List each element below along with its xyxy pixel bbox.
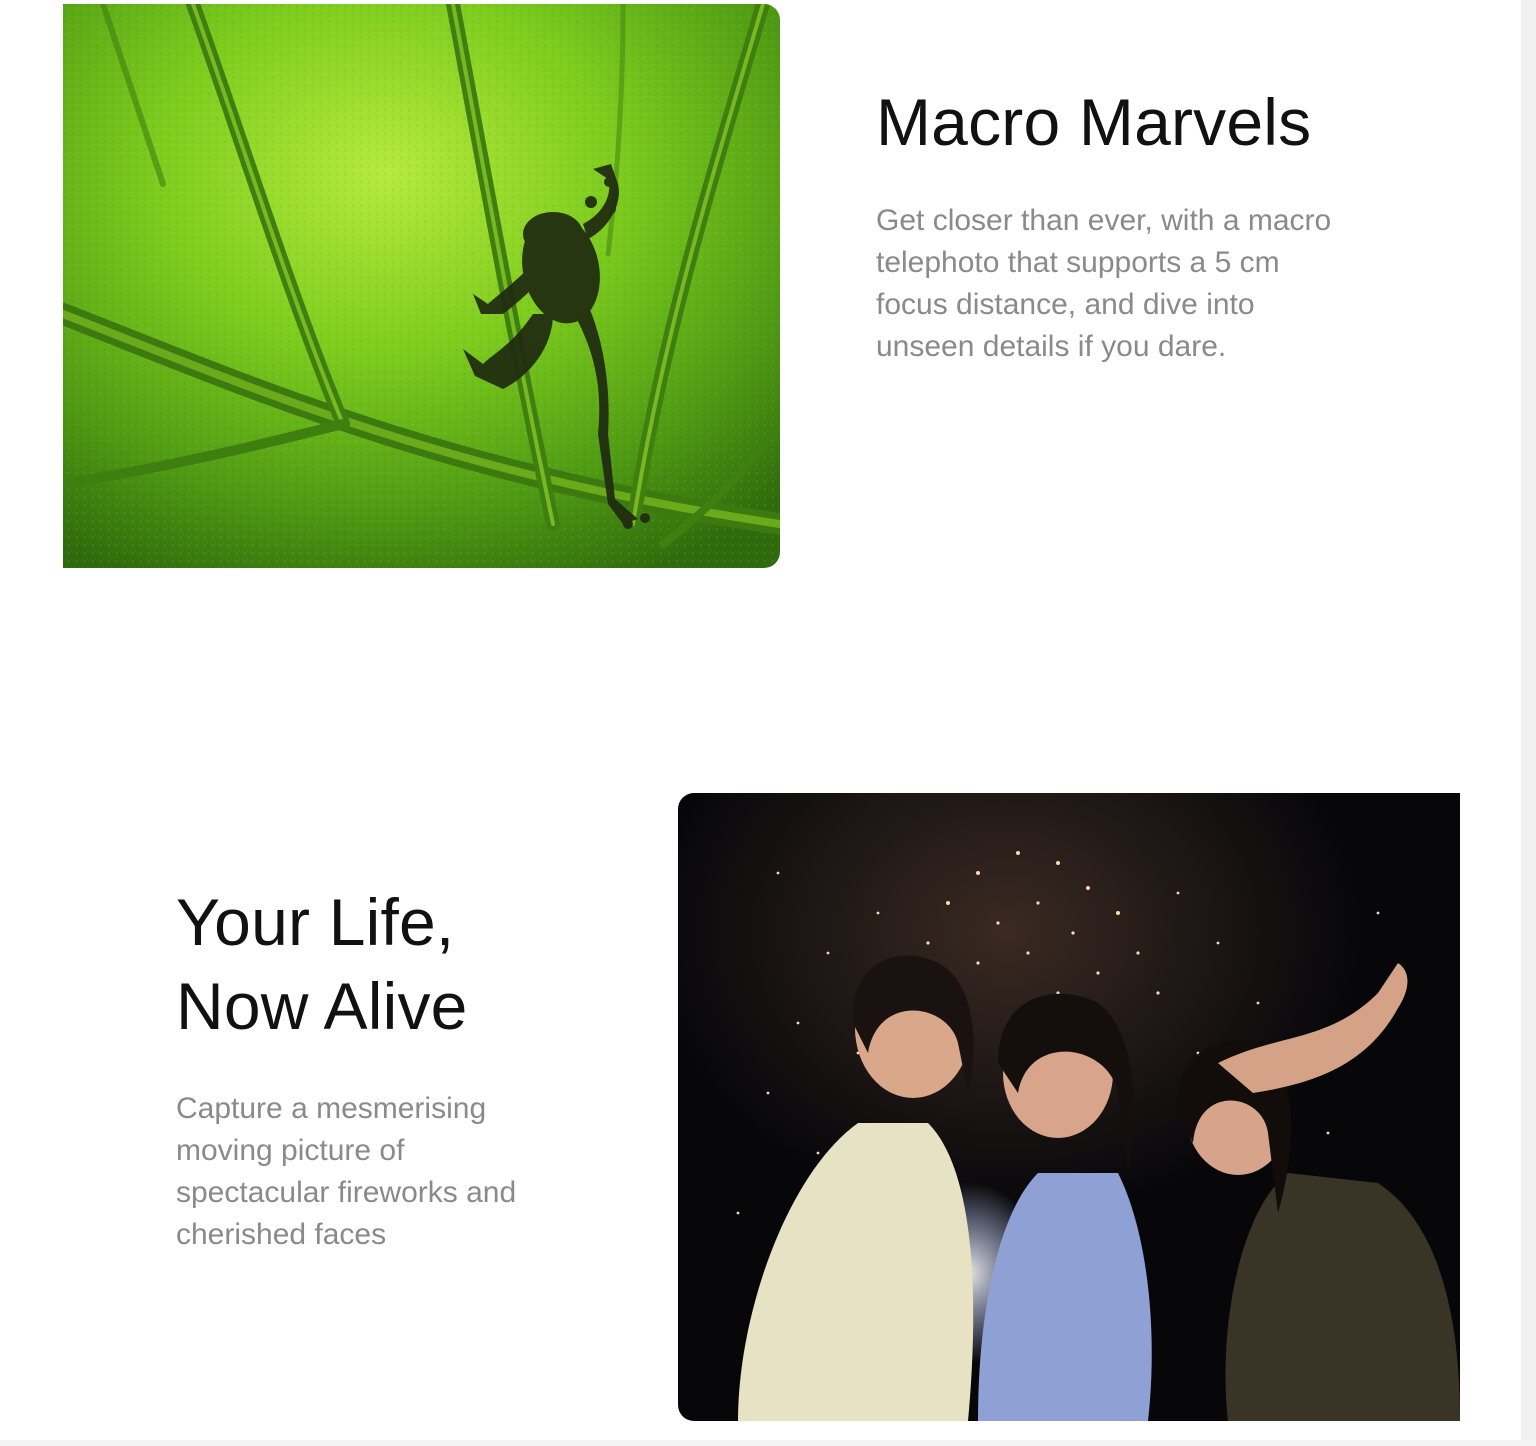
description-line: telephoto that supports a 5 cm	[876, 246, 1280, 279]
fireworks-friends-photo	[678, 793, 1460, 1421]
heading-line: Macro Marvels	[876, 85, 1312, 159]
page-scroll-gutter	[1521, 0, 1536, 1446]
macro-marvels-description: Get closer than ever, with a macro telep…	[876, 200, 1396, 368]
heading-line: Now Alive	[176, 969, 468, 1043]
your-life-description: Capture a mesmerising moving picture of …	[176, 1088, 596, 1256]
description-line: unseen details if you dare.	[876, 330, 1227, 363]
your-life-now-alive-section: Your Life, Now Alive Capture a mesmerisi…	[176, 880, 616, 1256]
macro-marvels-heading: Macro Marvels	[876, 80, 1436, 164]
your-life-heading: Your Life, Now Alive	[176, 880, 616, 1048]
description-line: spectacular fireworks and	[176, 1176, 517, 1209]
description-line: moving picture of	[176, 1134, 405, 1167]
description-line: cherished faces	[176, 1218, 387, 1251]
description-line: focus distance, and dive into	[876, 288, 1255, 321]
frog-on-leaf-photo	[63, 4, 780, 568]
page-bottom-edge	[0, 1440, 1536, 1446]
description-line: Get closer than ever, with a macro	[876, 204, 1332, 237]
description-line: Capture a mesmerising	[176, 1092, 487, 1125]
macro-marvels-section: Macro Marvels Get closer than ever, with…	[876, 80, 1436, 368]
heading-line: Your Life,	[176, 885, 455, 959]
